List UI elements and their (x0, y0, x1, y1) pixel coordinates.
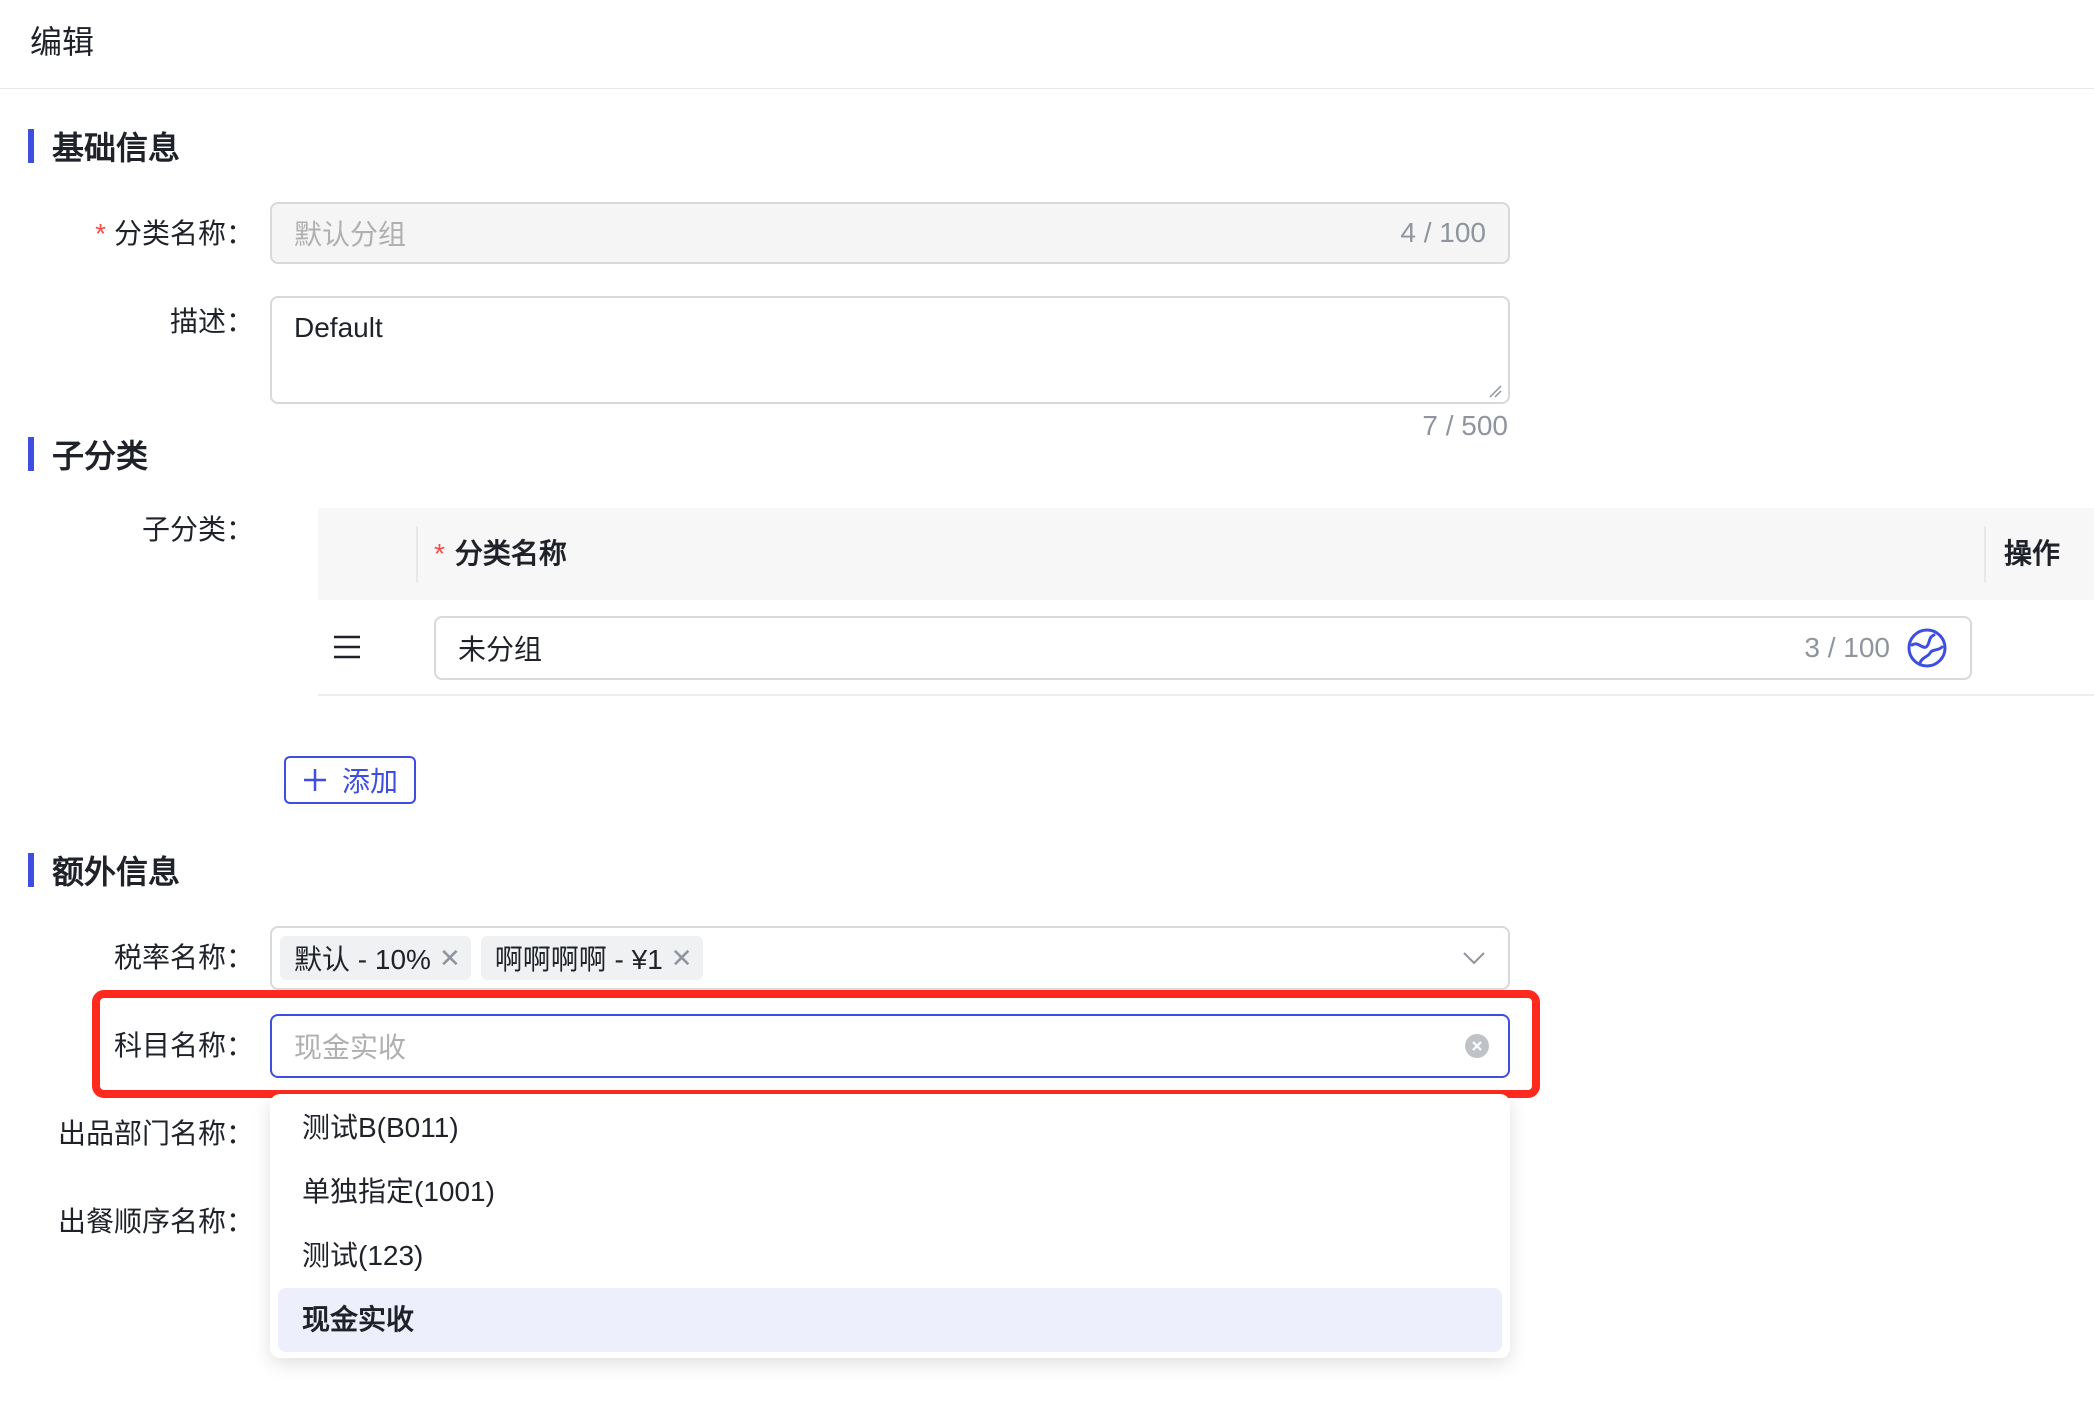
subject-search-input[interactable]: 现金实收 (270, 1014, 1510, 1078)
subcategory-table-header (318, 508, 2094, 600)
section-sub: 子分类 (28, 434, 148, 474)
description-count: 7 / 500 (1422, 410, 1508, 441)
section-marker (28, 437, 34, 471)
column-divider (1984, 526, 1986, 582)
category-name-label: * 分类名称： (95, 218, 254, 249)
dropdown-option-selected[interactable]: 现金实收 (278, 1288, 1502, 1352)
tax-select[interactable]: 默认 - 10% ✕ 啊啊啊啊 - ¥1 ✕ (270, 926, 1510, 990)
category-name-count: 4 / 100 (1400, 217, 1486, 248)
dropdown-option[interactable]: 测试B(B011) (278, 1096, 1502, 1160)
subcategory-label: 子分类： (141, 514, 254, 545)
plus-icon (303, 769, 326, 791)
section-basic-title: 基础信息 (52, 130, 181, 166)
subject-dropdown: 测试B(B011) 单独指定(1001) 测试(123) 现金实收 (270, 1094, 1510, 1358)
drag-handle-icon[interactable] (332, 634, 362, 660)
serving-order-label: 出餐顺序名称： (57, 1206, 254, 1237)
section-extra: 额外信息 (28, 850, 180, 890)
section-marker (28, 129, 34, 163)
description-value: Default (294, 312, 383, 343)
subject-placeholder: 现金实收 (294, 1032, 407, 1063)
resize-handle-icon[interactable] (1488, 384, 1502, 398)
add-button-label: 添加 (341, 766, 398, 797)
section-basic: 基础信息 (28, 126, 180, 166)
add-subcategory-button[interactable]: 添加 (284, 756, 416, 804)
table-row[interactable]: 未分组 3 / 100 (434, 616, 1972, 680)
section-extra-title: 额外信息 (52, 854, 181, 890)
column-header-action: 操作 (2004, 538, 2061, 569)
dropdown-option[interactable]: 单独指定(1001) (278, 1160, 1502, 1224)
tax-tag: 默认 - 10% ✕ (280, 936, 471, 980)
subject-name-label: 科目名称： (113, 1030, 254, 1061)
column-divider (416, 526, 418, 582)
department-name-label: 出品部门名称： (57, 1118, 254, 1149)
required-asterisk: * (434, 538, 445, 569)
globe-icon[interactable] (1906, 627, 1948, 669)
clear-icon[interactable] (1464, 1033, 1490, 1059)
category-name-input[interactable]: 默认分组 4 / 100 (270, 202, 1510, 264)
description-textarea[interactable]: Default (270, 296, 1510, 404)
tax-tag: 啊啊啊啊 - ¥1 ✕ (480, 936, 703, 980)
subcategory-name-count: 3 / 100 (1804, 632, 1890, 663)
section-sub-title: 子分类 (52, 438, 149, 474)
subcategory-name-value: 未分组 (458, 634, 543, 665)
chevron-down-icon (1463, 952, 1485, 965)
required-asterisk: * (95, 218, 106, 249)
close-icon[interactable]: ✕ (671, 943, 693, 974)
section-marker (28, 853, 34, 887)
category-name-value: 默认分组 (294, 219, 407, 250)
close-icon[interactable]: ✕ (439, 943, 461, 974)
header-divider (0, 88, 2094, 89)
page-title: 编辑 (30, 24, 95, 60)
description-label: 描述： (169, 306, 254, 337)
column-header-name: * 分类名称 (434, 538, 567, 569)
dropdown-option[interactable]: 测试(123) (278, 1224, 1502, 1288)
table-row-border (318, 694, 2094, 696)
tax-name-label: 税率名称： (113, 942, 254, 973)
